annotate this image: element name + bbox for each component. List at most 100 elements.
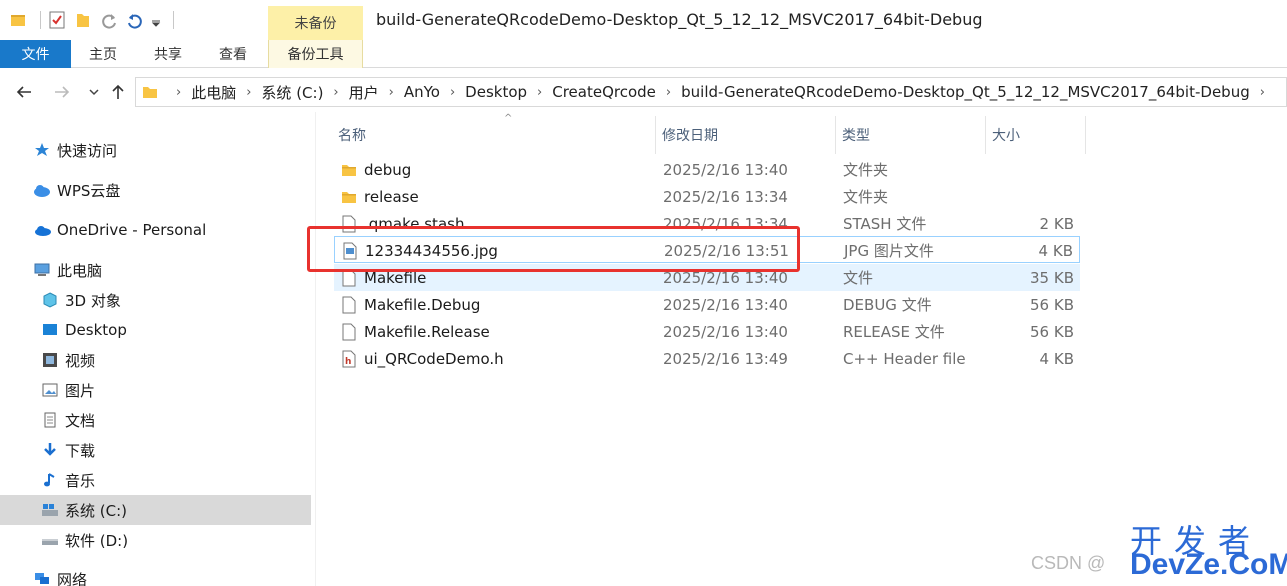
file-name: ui_QRCodeDemo.h: [364, 349, 504, 368]
nav-item-drive-d[interactable]: 软件 (D:): [41, 525, 128, 555]
header-file-icon: h: [340, 345, 358, 372]
tab-share[interactable]: 共享: [143, 40, 193, 68]
nav-item-onedrive[interactable]: OneDrive - Personal: [33, 215, 206, 245]
forward-button[interactable]: [50, 80, 74, 104]
file-name: Makefile.Debug: [364, 295, 481, 314]
column-header-label: 名称: [338, 128, 366, 144]
breadcrumb-desktop[interactable]: Desktop: [465, 83, 527, 101]
nav-item-pictures[interactable]: 图片: [41, 375, 95, 405]
computer-icon: [33, 261, 51, 279]
nav-item-desktop[interactable]: Desktop: [41, 315, 127, 345]
file-row-selected[interactable]: 12334434556.jpg 2025/2/16 13:51 JPG 图片文件…: [334, 236, 1080, 263]
file-icon: [340, 210, 358, 237]
nav-item-label: WPS云盘: [57, 181, 121, 200]
tab-file[interactable]: 文件: [0, 40, 71, 68]
file-row[interactable]: debug 2025/2/16 13:40 文件夹: [334, 156, 1080, 183]
tab-home[interactable]: 主页: [80, 40, 126, 68]
nav-item-documents[interactable]: 文档: [41, 405, 95, 435]
up-button[interactable]: [106, 80, 130, 104]
file-list: 名称 ^ 修改日期 类型 大小 debug 2025/2/16 13:40 文件…: [316, 112, 1287, 586]
chevron-right-icon[interactable]: ›: [537, 85, 542, 100]
nav-item-videos[interactable]: 视频: [41, 345, 95, 375]
nav-item-music[interactable]: 音乐: [41, 465, 95, 495]
file-name: debug: [364, 160, 412, 179]
redo-icon[interactable]: [99, 10, 119, 30]
breadcrumb-drive-c[interactable]: 系统 (C:): [261, 82, 323, 103]
file-row[interactable]: Makefile.Release 2025/2/16 13:40 RELEASE…: [334, 318, 1080, 345]
chevron-right-icon[interactable]: ›: [246, 85, 251, 100]
quick-access-toolbar: [8, 8, 174, 32]
nav-item-label: OneDrive - Personal: [57, 221, 207, 239]
up-arrow-icon: [112, 84, 124, 99]
image-file-icon: [341, 237, 359, 264]
chevron-right-icon[interactable]: ›: [666, 85, 671, 100]
film-icon: [41, 351, 59, 369]
breadcrumb-createqrcode[interactable]: CreateQrcode: [552, 83, 656, 101]
download-icon: [41, 441, 59, 459]
file-date: 2025/2/16 13:51: [664, 241, 789, 260]
nav-item-drive-c[interactable]: 系统 (C:): [0, 495, 311, 525]
back-button[interactable]: [12, 80, 36, 104]
tab-view[interactable]: 查看: [207, 40, 259, 68]
file-name: .qmake.stash: [364, 214, 465, 233]
navigation-pane: 快速访问 WPS云盘 OneDrive - Personal 此电脑 3D 对象…: [0, 112, 316, 586]
column-header-label: 类型: [842, 128, 870, 144]
chevron-right-icon[interactable]: ›: [389, 85, 394, 100]
customize-dropdown-icon[interactable]: [151, 10, 161, 30]
folder-icon: [340, 183, 358, 210]
file-row[interactable]: .qmake.stash 2025/2/16 13:34 STASH 文件 2 …: [334, 210, 1080, 237]
nav-item-label: 网络: [57, 570, 88, 586]
file-name: 12334434556.jpg: [365, 241, 498, 260]
folder-icon: [142, 84, 158, 100]
nav-item-downloads[interactable]: 下载: [41, 435, 95, 465]
file-size: 35 KB: [1030, 268, 1074, 287]
file-row[interactable]: h ui_QRCodeDemo.h 2025/2/16 13:49 C++ He…: [334, 345, 1080, 372]
nav-item-this-pc[interactable]: 此电脑: [33, 255, 102, 285]
column-header-date[interactable]: 修改日期: [656, 116, 836, 154]
nav-item-label: 3D 对象: [65, 291, 121, 310]
undo-icon[interactable]: [125, 10, 145, 30]
title-bar: 未备份 build-GenerateQRcodeDemo-Desktop_Qt_…: [0, 0, 1287, 40]
tab-backup-tools[interactable]: 备份工具: [268, 40, 363, 68]
file-name: Makefile: [364, 268, 427, 287]
file-date: 2025/2/16 13:34: [663, 187, 788, 206]
properties-icon[interactable]: [47, 10, 67, 30]
nav-item-label: 音乐: [65, 471, 96, 490]
nav-item-quick-access[interactable]: 快速访问: [33, 135, 117, 165]
onedrive-icon: [33, 221, 51, 239]
file-date: 2025/2/16 13:34: [663, 214, 788, 233]
file-icon: [340, 264, 358, 291]
file-size: 4 KB: [1038, 241, 1073, 260]
nav-item-3d-objects[interactable]: 3D 对象: [41, 285, 121, 315]
back-arrow-icon: [16, 86, 31, 98]
nav-item-network[interactable]: 网络: [33, 564, 87, 586]
chevron-right-icon[interactable]: ›: [333, 85, 338, 100]
file-row-hover[interactable]: Makefile 2025/2/16 13:40 文件 35 KB: [334, 264, 1080, 291]
breadcrumb-user[interactable]: AnYo: [404, 83, 440, 101]
nav-item-label: 文档: [65, 411, 96, 430]
breadcrumb-users[interactable]: 用户: [349, 82, 379, 103]
picture-icon: [41, 381, 59, 399]
new-folder-icon[interactable]: [73, 10, 93, 30]
cloud-icon: [33, 181, 51, 199]
address-bar[interactable]: › 此电脑 › 系统 (C:) › 用户 › AnYo › Desktop › …: [135, 77, 1287, 107]
sort-ascending-icon: ^: [504, 113, 513, 124]
document-icon: [41, 411, 59, 429]
nav-item-label: 视频: [65, 351, 96, 370]
file-row[interactable]: Makefile.Debug 2025/2/16 13:40 DEBUG 文件 …: [334, 291, 1080, 318]
column-header-size[interactable]: 大小: [986, 116, 1086, 154]
breadcrumb-this-pc[interactable]: 此电脑: [191, 82, 236, 103]
file-date: 2025/2/16 13:40: [663, 160, 788, 179]
file-row[interactable]: release 2025/2/16 13:34 文件夹: [334, 183, 1080, 210]
recent-locations-button[interactable]: [82, 80, 106, 104]
forward-arrow-icon: [55, 86, 70, 98]
cube-icon: [41, 291, 59, 309]
chevron-right-icon[interactable]: ›: [450, 85, 455, 100]
nav-item-wps-cloud[interactable]: WPS云盘: [33, 175, 120, 205]
chevron-right-icon[interactable]: ›: [1260, 85, 1265, 100]
folder-icon[interactable]: [8, 10, 28, 30]
file-name: release: [364, 187, 419, 206]
column-header-name[interactable]: 名称 ^: [332, 113, 656, 154]
breadcrumb-build-folder[interactable]: build-GenerateQRcodeDemo-Desktop_Qt_5_12…: [681, 83, 1250, 101]
column-header-type[interactable]: 类型: [836, 116, 986, 154]
